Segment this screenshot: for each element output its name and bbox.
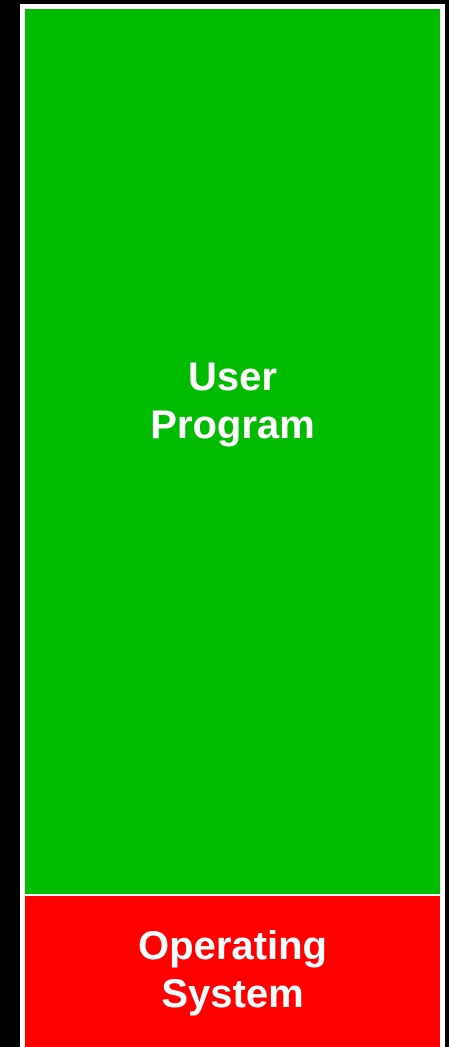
user-program-region: User Program [25, 9, 440, 894]
user-program-label-line2: Program [150, 402, 315, 447]
memory-layout-diagram: User Program Operating System [20, 4, 445, 1047]
operating-system-label: Operating System [138, 922, 327, 1018]
operating-system-region: Operating System [25, 896, 440, 1047]
user-program-label-line1: User [188, 354, 277, 399]
operating-system-label-line1: Operating [138, 923, 327, 968]
user-program-label: User Program [150, 353, 315, 449]
operating-system-label-line2: System [161, 971, 304, 1016]
